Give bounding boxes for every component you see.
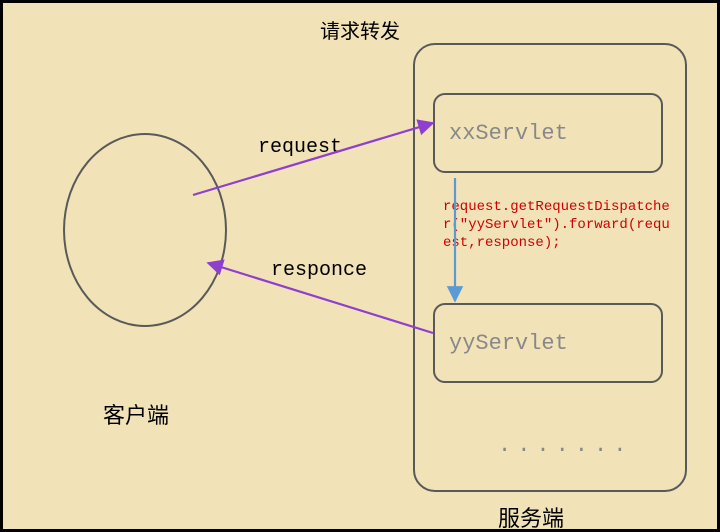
yy-servlet-label: yyServlet: [449, 331, 568, 356]
yy-servlet-node: yyServlet: [433, 303, 663, 383]
forward-code: request.getRequestDispatcher("yyServlet"…: [443, 198, 675, 253]
xx-servlet-label: xxServlet: [449, 121, 568, 146]
diagram-canvas: 请求转发 客户端 xxServlet request.getRequestDis…: [0, 0, 720, 532]
server-ellipsis: .......: [498, 433, 632, 458]
request-arrow: [193, 123, 433, 195]
response-arrow-label: responce: [271, 259, 367, 282]
diagram-title: 请求转发: [3, 15, 717, 44]
server-label: 服务端: [498, 501, 564, 532]
client-node: [63, 133, 227, 327]
client-label: 客户端: [103, 398, 169, 430]
xx-servlet-node: xxServlet: [433, 93, 663, 173]
request-arrow-label: request: [258, 136, 342, 159]
